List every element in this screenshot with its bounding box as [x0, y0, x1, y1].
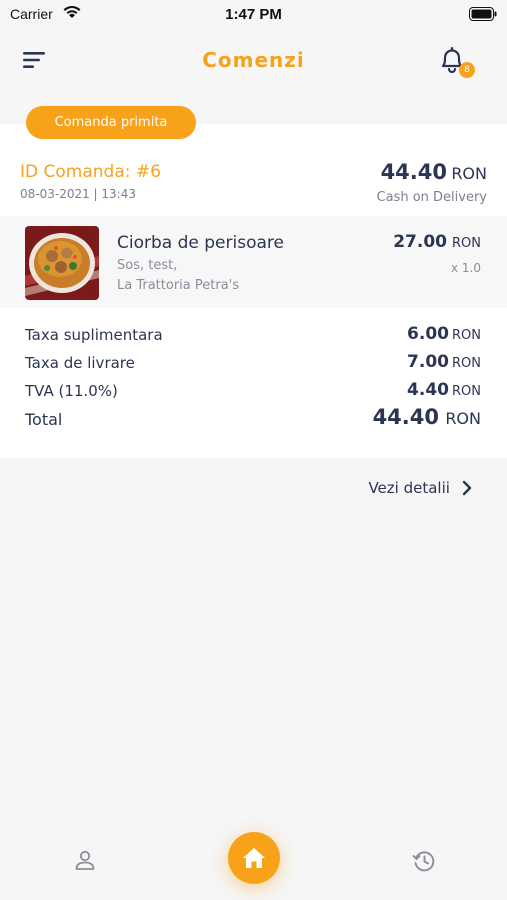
order-total-currency: RON: [451, 164, 487, 183]
payment-method: Cash on Delivery: [376, 190, 487, 205]
status-bar: Carrier 1:47 PM: [0, 0, 507, 28]
item-quantity: x 1.0: [451, 261, 481, 275]
clock: 1:47 PM: [225, 6, 282, 23]
totals-currency: RON: [452, 356, 481, 371]
totals-value: 6.00: [407, 324, 449, 344]
header: Comenzi 8: [0, 40, 507, 80]
view-details-label: Vezi detalii: [368, 478, 450, 497]
item-thumbnail: [25, 226, 99, 300]
order-status-badge: Comanda primita: [26, 106, 196, 139]
totals-currency: RON: [452, 328, 481, 343]
totals-currency: RON: [445, 409, 481, 428]
item-restaurant: La Trattoria Petra's: [117, 278, 240, 293]
totals-row-total: Total 44.40 RON: [25, 405, 481, 436]
order-item-row: Ciorba de perisoare Sos, test, La Tratto…: [0, 216, 507, 308]
home-icon: [243, 848, 265, 868]
profile-icon: [75, 850, 95, 870]
notification-badge: 8: [459, 62, 475, 78]
item-description: Sos, test,: [117, 258, 178, 273]
history-icon: [412, 851, 435, 872]
item-name: Ciorba de perisoare: [117, 233, 284, 253]
totals-value: 44.40: [372, 405, 439, 429]
order-card[interactable]: ID Comanda: #6 08-03-2021 | 13:43 44.40 …: [0, 124, 507, 458]
totals-label: TVA (11.0%): [25, 382, 118, 400]
totals-label: Total: [25, 410, 63, 429]
totals-currency: RON: [452, 384, 481, 399]
tab-history[interactable]: [411, 848, 437, 874]
chevron-right-icon: [462, 480, 472, 495]
tab-home[interactable]: [228, 832, 280, 884]
order-totals: Taxa suplimentara 6.00 RON Taxa de livra…: [25, 324, 481, 436]
totals-label: Taxa suplimentara: [25, 326, 163, 344]
totals-value: 4.40: [407, 380, 449, 400]
item-price: 27.00: [393, 232, 447, 252]
order-total-value: 44.40: [380, 160, 447, 184]
order-date: 08-03-2021 | 13:43: [20, 187, 136, 201]
totals-row-vat: TVA (11.0%) 4.40 RON: [25, 380, 481, 408]
tab-bar: [0, 830, 507, 900]
order-id: ID Comanda: #6: [20, 162, 161, 182]
totals-label: Taxa de livrare: [25, 354, 135, 372]
tab-profile[interactable]: [73, 848, 97, 872]
item-price-currency: RON: [452, 236, 481, 251]
view-details-link[interactable]: Vezi detalii: [368, 477, 473, 501]
page-title: Comenzi: [202, 48, 305, 72]
totals-row-delivery-fee: Taxa de livrare 7.00 RON: [25, 352, 481, 380]
totals-value: 7.00: [407, 352, 449, 372]
battery-icon: [469, 7, 497, 26]
totals-row-extra-fee: Taxa suplimentara 6.00 RON: [25, 324, 481, 352]
notifications-button[interactable]: 8: [435, 44, 475, 78]
